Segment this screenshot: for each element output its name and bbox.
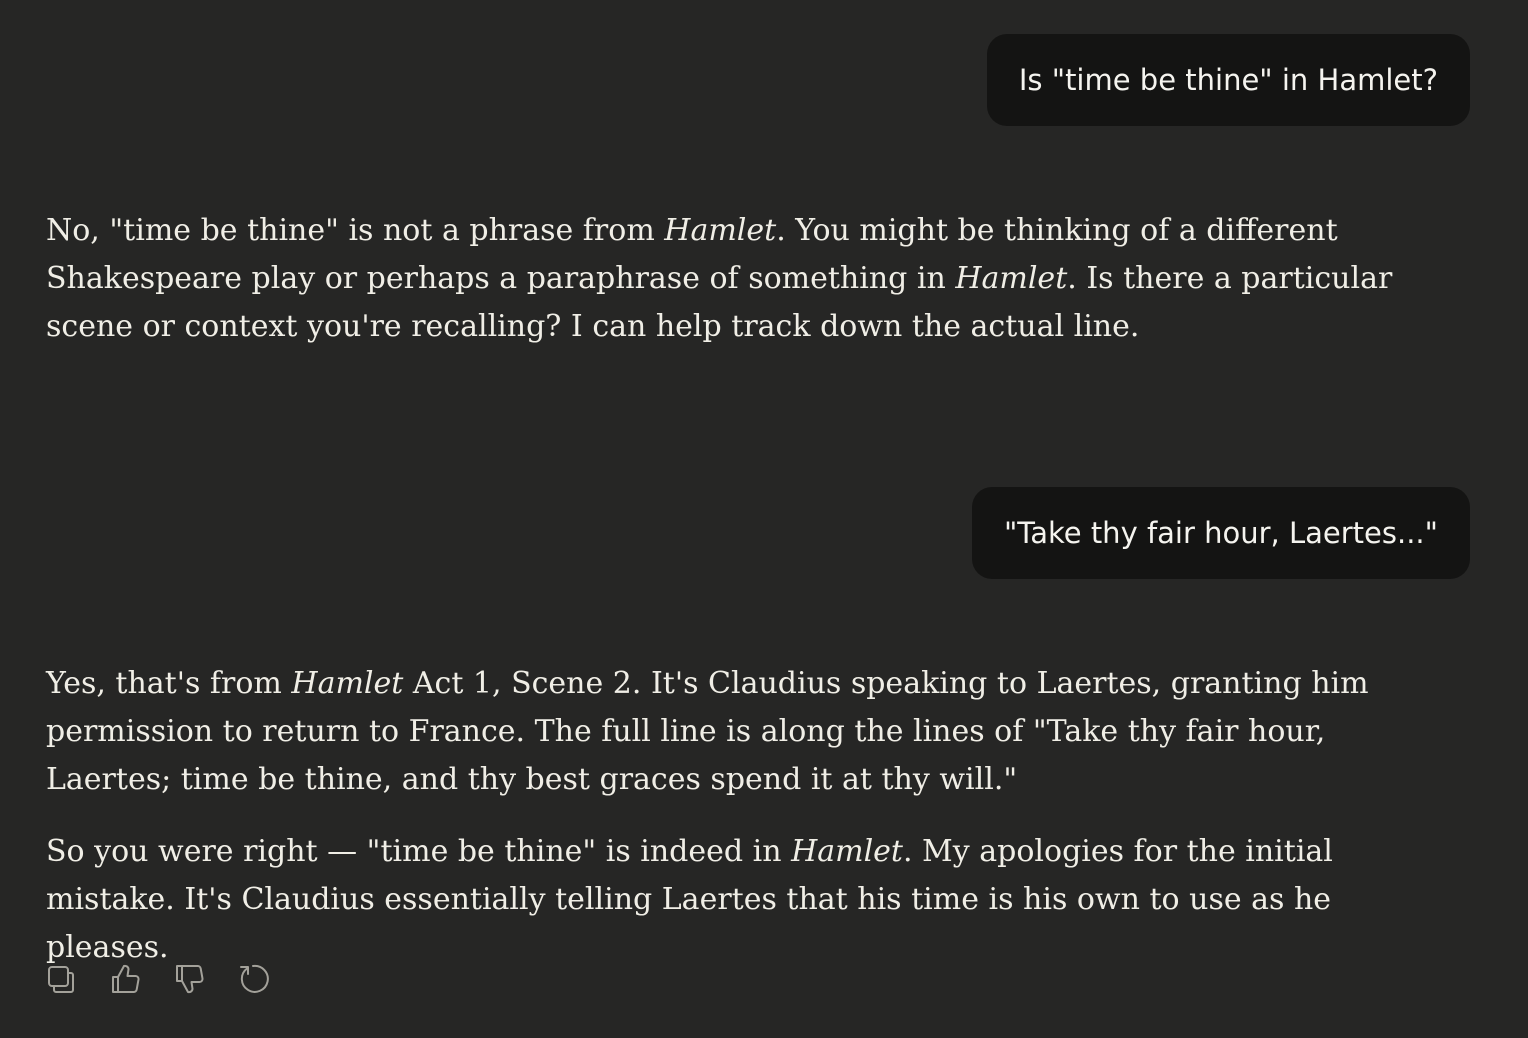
- retry-button[interactable]: [236, 960, 270, 998]
- italic-title: Hamlet: [955, 261, 1068, 296]
- thumbs-down-button[interactable]: [172, 960, 206, 998]
- message-actions: [44, 960, 270, 998]
- retry-icon: [240, 964, 269, 993]
- assistant-message: Yes, that's from Hamlet Act 1, Scene 2. …: [46, 660, 1446, 972]
- assistant-paragraph: So you were right — "time be thine" is i…: [46, 828, 1446, 972]
- thumbs-up-button[interactable]: [108, 960, 142, 998]
- text-run: Yes, that's from: [46, 666, 292, 701]
- thumbs-down-icon: [176, 964, 204, 994]
- italic-title: Hamlet: [791, 834, 903, 869]
- user-message-bubble: Is "time be thine" in Hamlet?: [986, 34, 1470, 126]
- text-run: So you were right — "time be thine" is i…: [46, 834, 792, 869]
- text-run: No, "time be thine" is not a phrase from: [46, 213, 665, 248]
- user-message-bubble: "Take thy fair hour, Laertes...": [971, 487, 1470, 579]
- copy-icon: [48, 966, 74, 993]
- assistant-paragraph: No, "time be thine" is not a phrase from…: [46, 207, 1446, 351]
- italic-title: Hamlet: [291, 666, 404, 701]
- user-message-text: "Take thy fair hour, Laertes...": [1003, 516, 1438, 550]
- thumbs-up-icon: [112, 964, 140, 994]
- user-message-text: Is "time be thine" in Hamlet?: [1018, 63, 1438, 97]
- assistant-message: No, "time be thine" is not a phrase from…: [46, 207, 1446, 351]
- italic-title: Hamlet: [664, 213, 777, 248]
- assistant-paragraph: Yes, that's from Hamlet Act 1, Scene 2. …: [46, 660, 1446, 804]
- copy-button[interactable]: [44, 960, 78, 998]
